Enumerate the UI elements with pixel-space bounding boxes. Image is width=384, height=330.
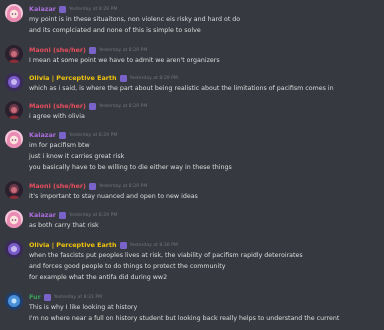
message-text: just i know it carries great risk [29,153,125,160]
user-avatar-icon [5,240,23,258]
message-group: Maoni (she/her) Yesterday at 8:29 PM I m… [0,45,384,67]
role-badge-icon [88,47,96,54]
message-header: Kaiazar Yesterday at 8:28 PM [29,4,117,15]
message-group: Olivia | Perceptive Earth Yesterday at 8… [0,240,384,284]
avatar[interactable] [5,101,23,119]
author-name[interactable]: Maoni (she/her) [29,101,86,112]
role-badge-icon [88,103,96,110]
message-group: Maoni (she/her) Yesterday at 8:29 PM it'… [0,181,384,203]
user-avatar-icon [5,292,23,310]
message-text: it's important to stay nuanced and open … [29,193,198,200]
message-header: Olivia | Perceptive Earth Yesterday at 8… [29,240,178,251]
message-group: Olivia | Perceptive Earth Yesterday at 8… [0,73,384,95]
user-avatar-icon [5,73,23,91]
role-badge-icon [58,212,66,219]
message-header: Kaiazar Yesterday at 8:29 PM [29,210,117,221]
message-timestamp: Yesterday at 8:29 PM [129,76,178,81]
message-timestamp: Yesterday at 8:28 PM [68,7,118,12]
message-text: and forces good people to do things to p… [29,263,226,270]
author-name[interactable]: Maoni (she/her) [29,181,86,192]
avatar[interactable] [5,130,23,148]
message-text: when the fascists put peoples lives at r… [29,252,303,259]
message-timestamp: Yesterday at 8:29 PM [68,213,118,218]
avatar[interactable] [5,73,23,91]
message-text: which as i said, is where the part about… [29,85,334,92]
user-avatar-icon [5,4,23,22]
message-text: and its complciated and none of this is … [29,27,201,34]
message-text: I mean at some point we have to admit we… [29,57,220,64]
avatar[interactable] [5,292,23,310]
role-badge-icon [58,6,66,13]
message-text: I'm no where near a full on history stud… [29,315,340,322]
message-group: Maoni (she/her) Yesterday at 8:29 PM i a… [0,101,384,123]
message-header: Fur Yesterday at 8:31 PM [29,292,102,303]
message-text: This is why I like looking at history [29,304,138,311]
avatar[interactable] [5,210,23,228]
author-name[interactable]: Kaiazar [29,130,56,141]
avatar[interactable] [5,4,23,22]
author-name[interactable]: Fur [29,292,41,303]
message-text: for example what the antifa did during w… [29,274,168,281]
message-timestamp: Yesterday at 8:31 PM [53,295,103,300]
message-text: as both carry that risk [29,222,99,229]
avatar[interactable] [5,240,23,258]
author-name[interactable]: Kaiazar [29,210,56,221]
message-timestamp: Yesterday at 8:29 PM [98,184,148,189]
message-timestamp: Yesterday at 8:30 PM [129,243,178,248]
avatar[interactable] [5,181,23,199]
message-header: Maoni (she/her) Yesterday at 8:29 PM [29,181,147,192]
avatar[interactable] [5,45,23,63]
role-badge-icon [119,242,127,249]
author-name[interactable]: Kaiazar [29,4,56,15]
message-group: Kaiazar Yesterday at 8:29 PM im for paci… [0,130,384,174]
role-badge-icon [43,294,51,301]
message-header: Olivia | Perceptive Earth Yesterday at 8… [29,73,178,84]
message-timestamp: Yesterday at 8:29 PM [98,48,148,53]
message-header: Kaiazar Yesterday at 8:29 PM [29,130,117,141]
role-badge-icon [58,132,66,139]
message-header: Maoni (she/her) Yesterday at 8:29 PM [29,45,147,56]
message-timestamp: Yesterday at 8:29 PM [68,133,118,138]
role-badge-icon [88,183,96,190]
author-name[interactable]: Maoni (she/her) [29,45,86,56]
message-group: Fur Yesterday at 8:31 PM This is why I l… [0,292,384,326]
author-name[interactable]: Olivia | Perceptive Earth [29,73,117,84]
role-badge-icon [119,75,127,82]
user-avatar-icon [5,101,23,119]
user-avatar-icon [5,181,23,199]
chat-message-list: Kaiazar Yesterday at 8:28 PM my point is… [0,0,384,330]
message-text: i agree with olivia [29,113,85,120]
author-name[interactable]: Olivia | Perceptive Earth [29,240,117,251]
message-group: Kaiazar Yesterday at 8:29 PM as both car… [0,210,384,232]
message-text: im for pacifism btw [29,142,90,149]
user-avatar-icon [5,210,23,228]
message-header: Maoni (she/her) Yesterday at 8:29 PM [29,101,147,112]
message-timestamp: Yesterday at 8:29 PM [98,104,148,109]
user-avatar-icon [5,130,23,148]
user-avatar-icon [5,45,23,63]
message-text: my point is in these situaitons, non vio… [29,16,241,23]
message-text: you basically have to be willing to die … [29,164,232,171]
message-group: Kaiazar Yesterday at 8:28 PM my point is… [0,4,384,38]
